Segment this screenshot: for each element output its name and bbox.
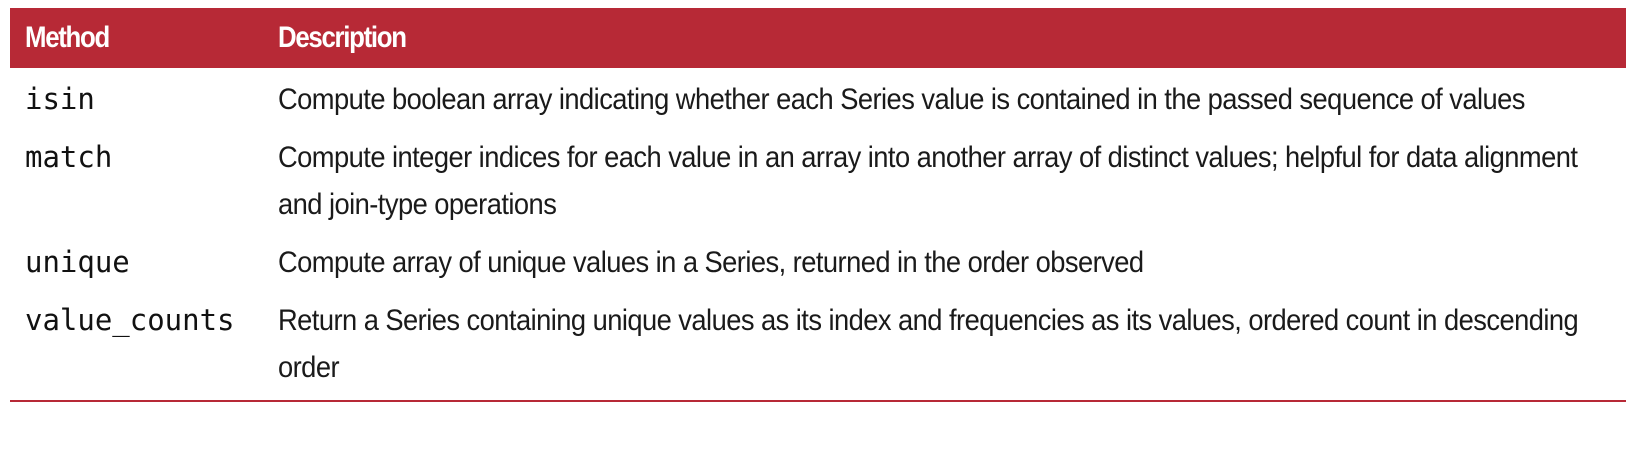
method-description-text: Compute boolean array indicating whether…	[278, 83, 1525, 116]
method-name-cell: match	[25, 140, 113, 174]
table-row: match Compute integer indices for each v…	[10, 130, 1626, 235]
method-name-cell: isin	[25, 82, 95, 116]
table-row: isin Compute boolean array indicating wh…	[10, 68, 1626, 130]
method-description-cell: Return a Series containing unique values…	[270, 293, 1626, 400]
column-header-method: Method	[10, 8, 270, 68]
method-name-cell: unique	[25, 245, 130, 279]
column-header-method-label: Method	[25, 21, 110, 54]
column-header-description: Description	[270, 8, 1626, 68]
table-row: unique Compute array of unique values in…	[10, 235, 1626, 293]
table-bottom-rule	[10, 400, 1626, 402]
method-description-cell: Compute array of unique values in a Seri…	[270, 235, 1626, 293]
table-body: isin Compute boolean array indicating wh…	[10, 68, 1626, 400]
method-description-text: Return a Series containing unique values…	[278, 304, 1579, 384]
method-name-cell: value_counts	[25, 303, 235, 337]
methods-table: Method Description isin Compute boolean …	[10, 8, 1626, 400]
method-description-cell: Compute boolean array indicating whether…	[270, 68, 1626, 130]
table-row: value_counts Return a Series containing …	[10, 293, 1626, 400]
header-row: Method Description	[10, 8, 1626, 68]
method-description-text: Compute integer indices for each value i…	[278, 141, 1578, 221]
methods-table-container: Method Description isin Compute boolean …	[10, 8, 1626, 402]
method-description-text: Compute array of unique values in a Seri…	[278, 246, 1144, 279]
table-header: Method Description	[10, 8, 1626, 68]
column-header-description-label: Description	[278, 21, 407, 54]
method-description-cell: Compute integer indices for each value i…	[270, 130, 1626, 235]
